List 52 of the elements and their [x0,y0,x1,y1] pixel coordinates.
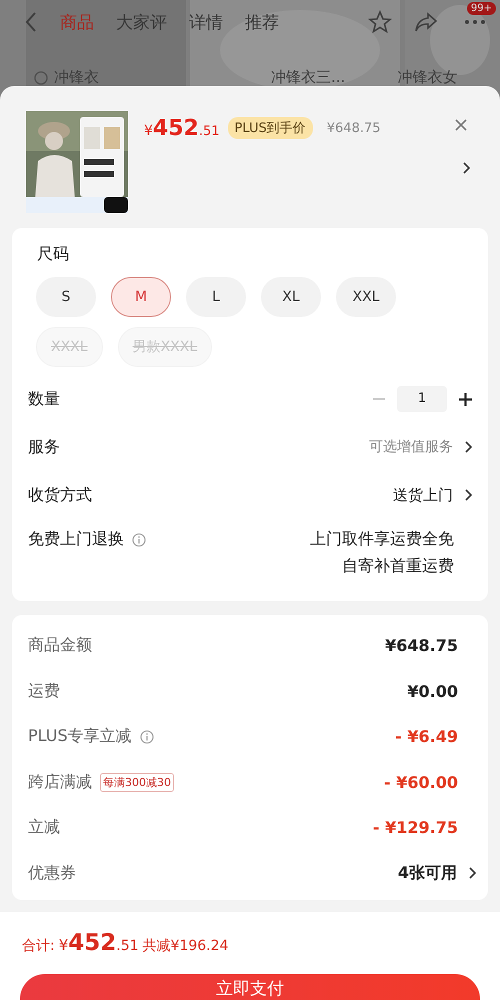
nav-tab[interactable]: 推荐 [245,10,279,34]
return-note: 自寄补首重运费 [342,556,454,577]
summary-value: - ¥6.49 [395,727,458,746]
original-price: ¥648.75 [326,120,381,136]
row-label: 收货方式 [28,484,92,506]
summary-label: 运费 [28,680,60,702]
row-value[interactable]: 可选增值服务 [369,438,453,456]
row-label: 服务 [28,436,60,458]
size-option[interactable]: XL [261,277,321,317]
back-icon[interactable] [24,11,38,33]
size-option[interactable]: L [186,277,246,317]
row-label: 免费上门退换 [28,529,124,550]
category-label[interactable]: 冲锋衣三... [271,68,346,87]
plus-icon[interactable] [459,392,472,406]
share-icon[interactable] [414,11,438,33]
summary-value: - ¥129.75 [372,818,458,838]
price-text: ¥452.51 [144,116,220,140]
summary-label: 立减 [28,817,60,838]
nav-tab[interactable]: 详情 [189,10,223,34]
radio-icon[interactable] [34,70,48,84]
size-option[interactable]: S [36,277,96,317]
close-icon[interactable] [455,119,467,131]
size-option[interactable]: M [111,277,171,317]
size-option[interactable]: XXL [336,277,396,317]
summary-value: ¥0.00 [407,682,458,701]
summary-value[interactable]: 4张可用 [398,862,457,884]
star-icon[interactable] [368,10,392,34]
chevron-icon[interactable] [465,489,472,501]
more-icon[interactable] [464,19,486,25]
summary-value: ¥648.75 [385,636,458,656]
summary-label: 优惠券 [28,862,76,884]
promo-tag: 每满300减30 [100,772,174,792]
info-icon[interactable] [132,532,146,546]
quantity-field[interactable]: 1 [397,386,447,412]
summary-value: - ¥60.00 [384,772,458,792]
row-value[interactable]: 送货上门 [393,486,453,504]
count-badge: 99+ [466,2,496,15]
return-note: 上门取件享运费全免 [310,529,454,550]
nav-tab[interactable]: 大家评 [116,10,167,34]
summary-label: 跨店满减 [28,772,92,793]
section-title: 尺码 [36,243,70,265]
info-icon[interactable] [140,730,154,744]
plus-price-tag: PLUS到手价 [228,117,313,139]
row-label: 数量 [28,388,60,410]
chevron-icon[interactable] [463,162,470,174]
category-label[interactable]: 冲锋衣女 [397,68,458,87]
summary-label: 商品金额 [28,635,92,656]
pay-button[interactable]: 立即支付 [20,974,480,1000]
chevron-icon[interactable] [465,441,472,453]
chevron-icon[interactable] [469,867,476,880]
summary-label: PLUS专享立减 [28,726,132,748]
total-text: 合计: ¥452.51 共减¥196.24 [21,929,230,958]
